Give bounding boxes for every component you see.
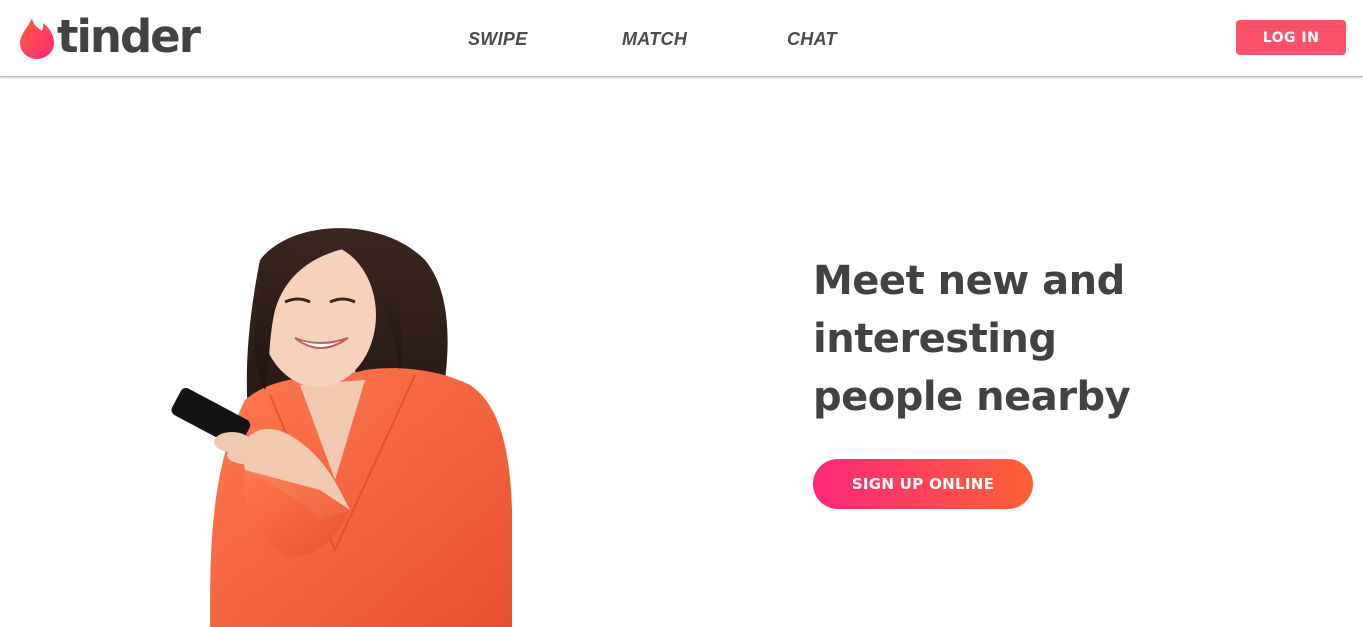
sign-up-online-button[interactable]: SIGN UP ONLINE	[813, 459, 1033, 509]
woman-with-phone-photo	[171, 228, 512, 627]
hero-headline: Meet new and interesting people nearby	[813, 252, 1173, 426]
top-navigation-bar: tinder SWIPE MATCH CHAT LOG IN	[0, 0, 1363, 77]
nav-swipe-link[interactable]: SWIPE	[468, 29, 528, 50]
flame-icon	[20, 18, 54, 59]
headline-line: Meet new and	[813, 258, 1125, 304]
tinder-logo[interactable]: tinder	[19, 9, 201, 63]
headline-line: interesting	[813, 316, 1057, 362]
nav-chat-link[interactable]: CHAT	[787, 29, 837, 50]
login-button[interactable]: LOG IN	[1236, 20, 1346, 55]
headline-line: people nearby	[813, 374, 1131, 420]
brand-name: tinder	[57, 9, 201, 63]
nav-match-link[interactable]: MATCH	[622, 29, 687, 50]
